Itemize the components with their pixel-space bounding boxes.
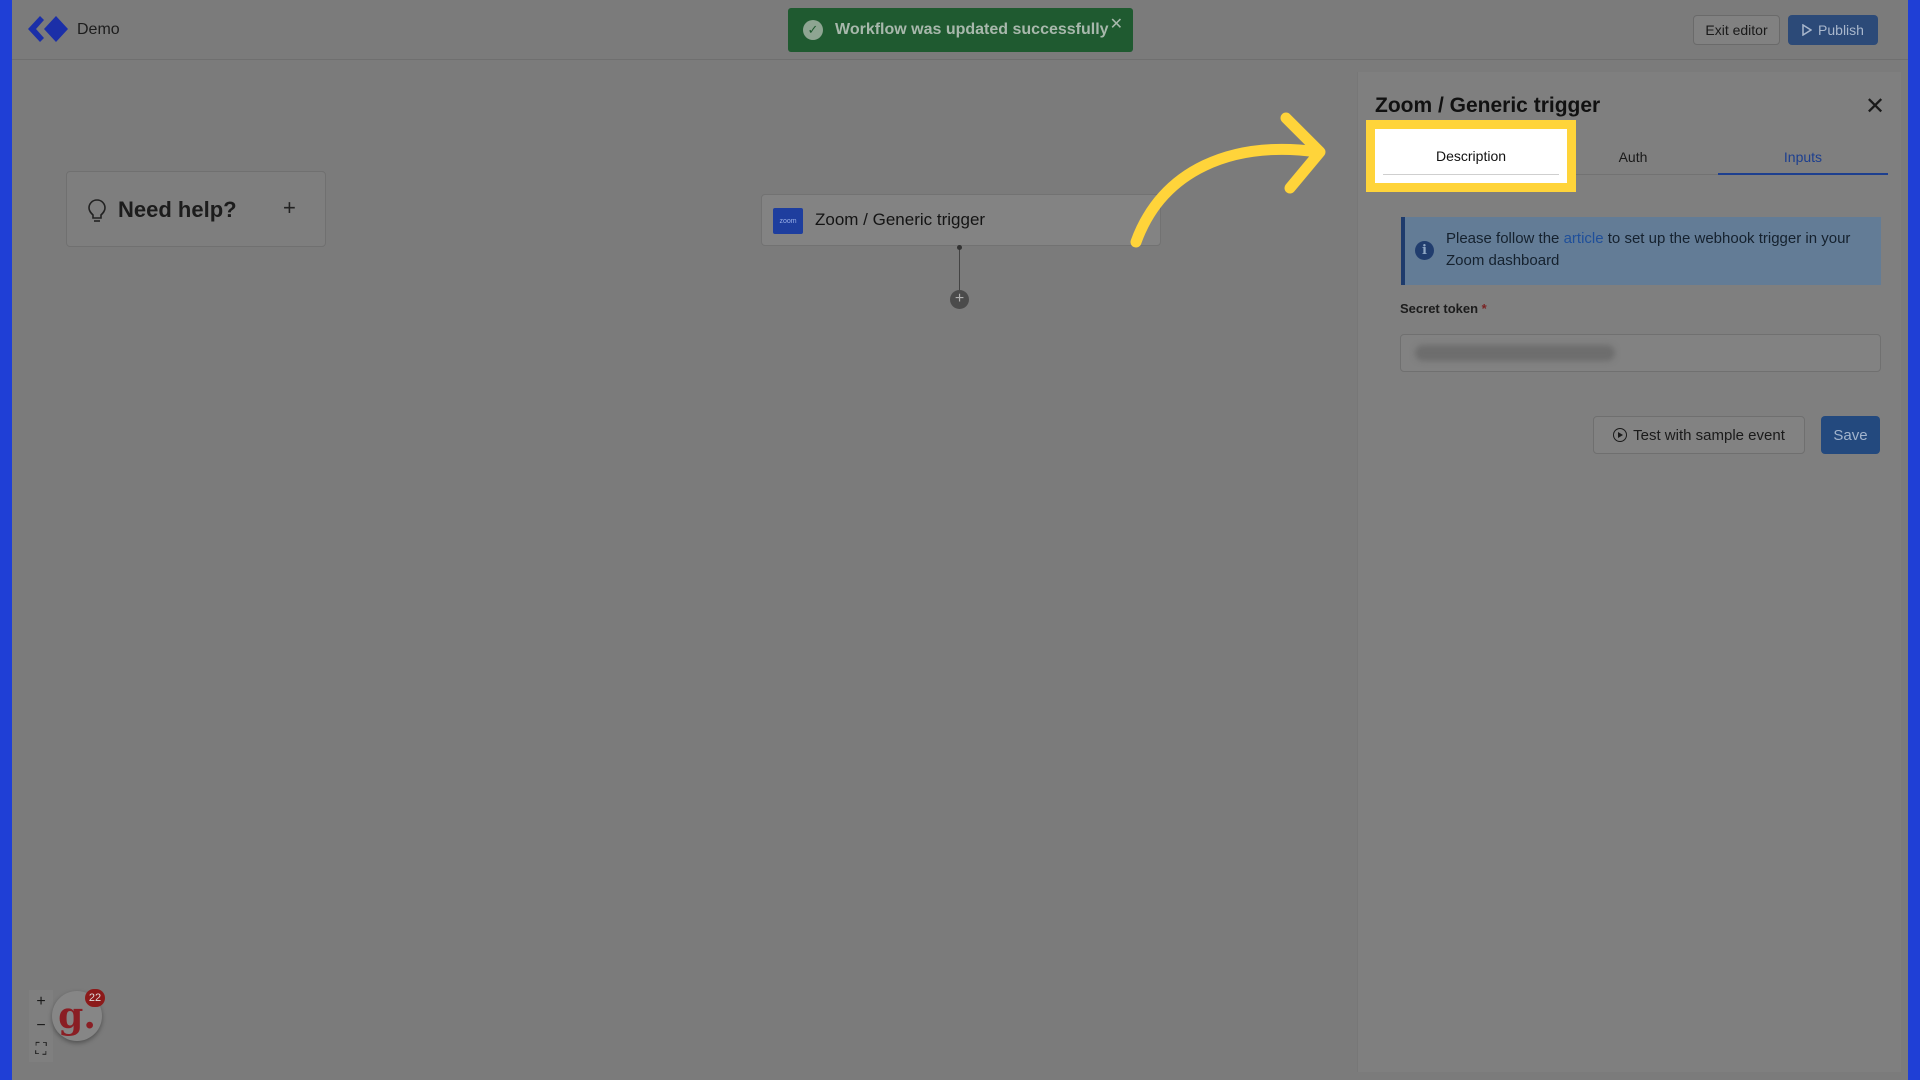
description-tab-highlight[interactable]: Description — [1366, 120, 1576, 192]
tab-underline — [1383, 174, 1559, 175]
trigger-settings-panel: Zoom / Generic trigger ✕ Auth Inputs i P… — [1357, 72, 1901, 1072]
add-step-icon[interactable]: + — [950, 290, 969, 309]
lightbulb-icon — [88, 199, 106, 222]
publish-label: Publish — [1818, 22, 1864, 38]
exit-editor-button[interactable]: Exit editor — [1693, 15, 1780, 45]
zoom-in-icon[interactable]: + — [29, 990, 53, 1014]
connector-handle[interactable] — [957, 245, 962, 250]
node-title: Zoom / Generic trigger — [815, 210, 986, 229]
save-button[interactable]: Save — [1821, 416, 1880, 454]
info-text: Please follow the article to set up the … — [1446, 228, 1876, 272]
expand-plus-icon[interactable]: + — [283, 195, 296, 221]
test-sample-event-button[interactable]: Test with sample event — [1593, 416, 1805, 454]
tutorial-arrow-icon — [1130, 112, 1326, 248]
redacted-value — [1415, 345, 1615, 361]
fit-view-icon[interactable]: ⛶ — [29, 1038, 53, 1062]
brand-logo-icon[interactable] — [26, 14, 70, 44]
play-circle-icon — [1613, 428, 1628, 442]
secret-token-label: Secret token * — [1400, 301, 1487, 316]
secret-token-input[interactable] — [1400, 334, 1881, 372]
canvas-zoom-controls: + − ⛶ — [29, 990, 53, 1062]
need-help-card[interactable]: Need help? + — [66, 171, 326, 247]
workspace-name: Demo — [77, 21, 120, 38]
workflow-trigger-node[interactable]: zoom Zoom / Generic trigger — [761, 194, 1161, 246]
editor-frame: Demo Exit editor Publish ✓ Workflow was … — [12, 0, 1908, 1080]
zoom-out-icon[interactable]: − — [29, 1014, 53, 1038]
publish-button[interactable]: Publish — [1788, 15, 1878, 45]
zoom-logo-icon: zoom — [773, 208, 803, 234]
play-icon — [1802, 24, 1813, 36]
secret-token-label-text: Secret token — [1400, 301, 1479, 316]
tab-inputs[interactable]: Inputs — [1718, 140, 1888, 175]
required-mark: * — [1481, 301, 1487, 316]
panel-title: Zoom / Generic trigger — [1375, 94, 1601, 117]
info-callout: i Please follow the article to set up th… — [1401, 217, 1881, 285]
need-help-label: Need help? — [118, 197, 237, 222]
success-toast: ✓ Workflow was updated successfully ✕ — [788, 8, 1133, 52]
notification-badge: 22 — [85, 989, 105, 1007]
toast-message: Workflow was updated successfully — [835, 21, 1109, 38]
info-text-start: Please follow the — [1446, 230, 1564, 247]
info-icon: i — [1415, 241, 1434, 260]
check-icon: ✓ — [803, 20, 823, 40]
test-button-label: Test with sample event — [1633, 426, 1785, 444]
close-icon[interactable]: ✕ — [1110, 14, 1123, 34]
node-connector — [959, 247, 960, 293]
article-link[interactable]: article — [1564, 230, 1604, 247]
close-icon[interactable]: ✕ — [1865, 92, 1885, 121]
